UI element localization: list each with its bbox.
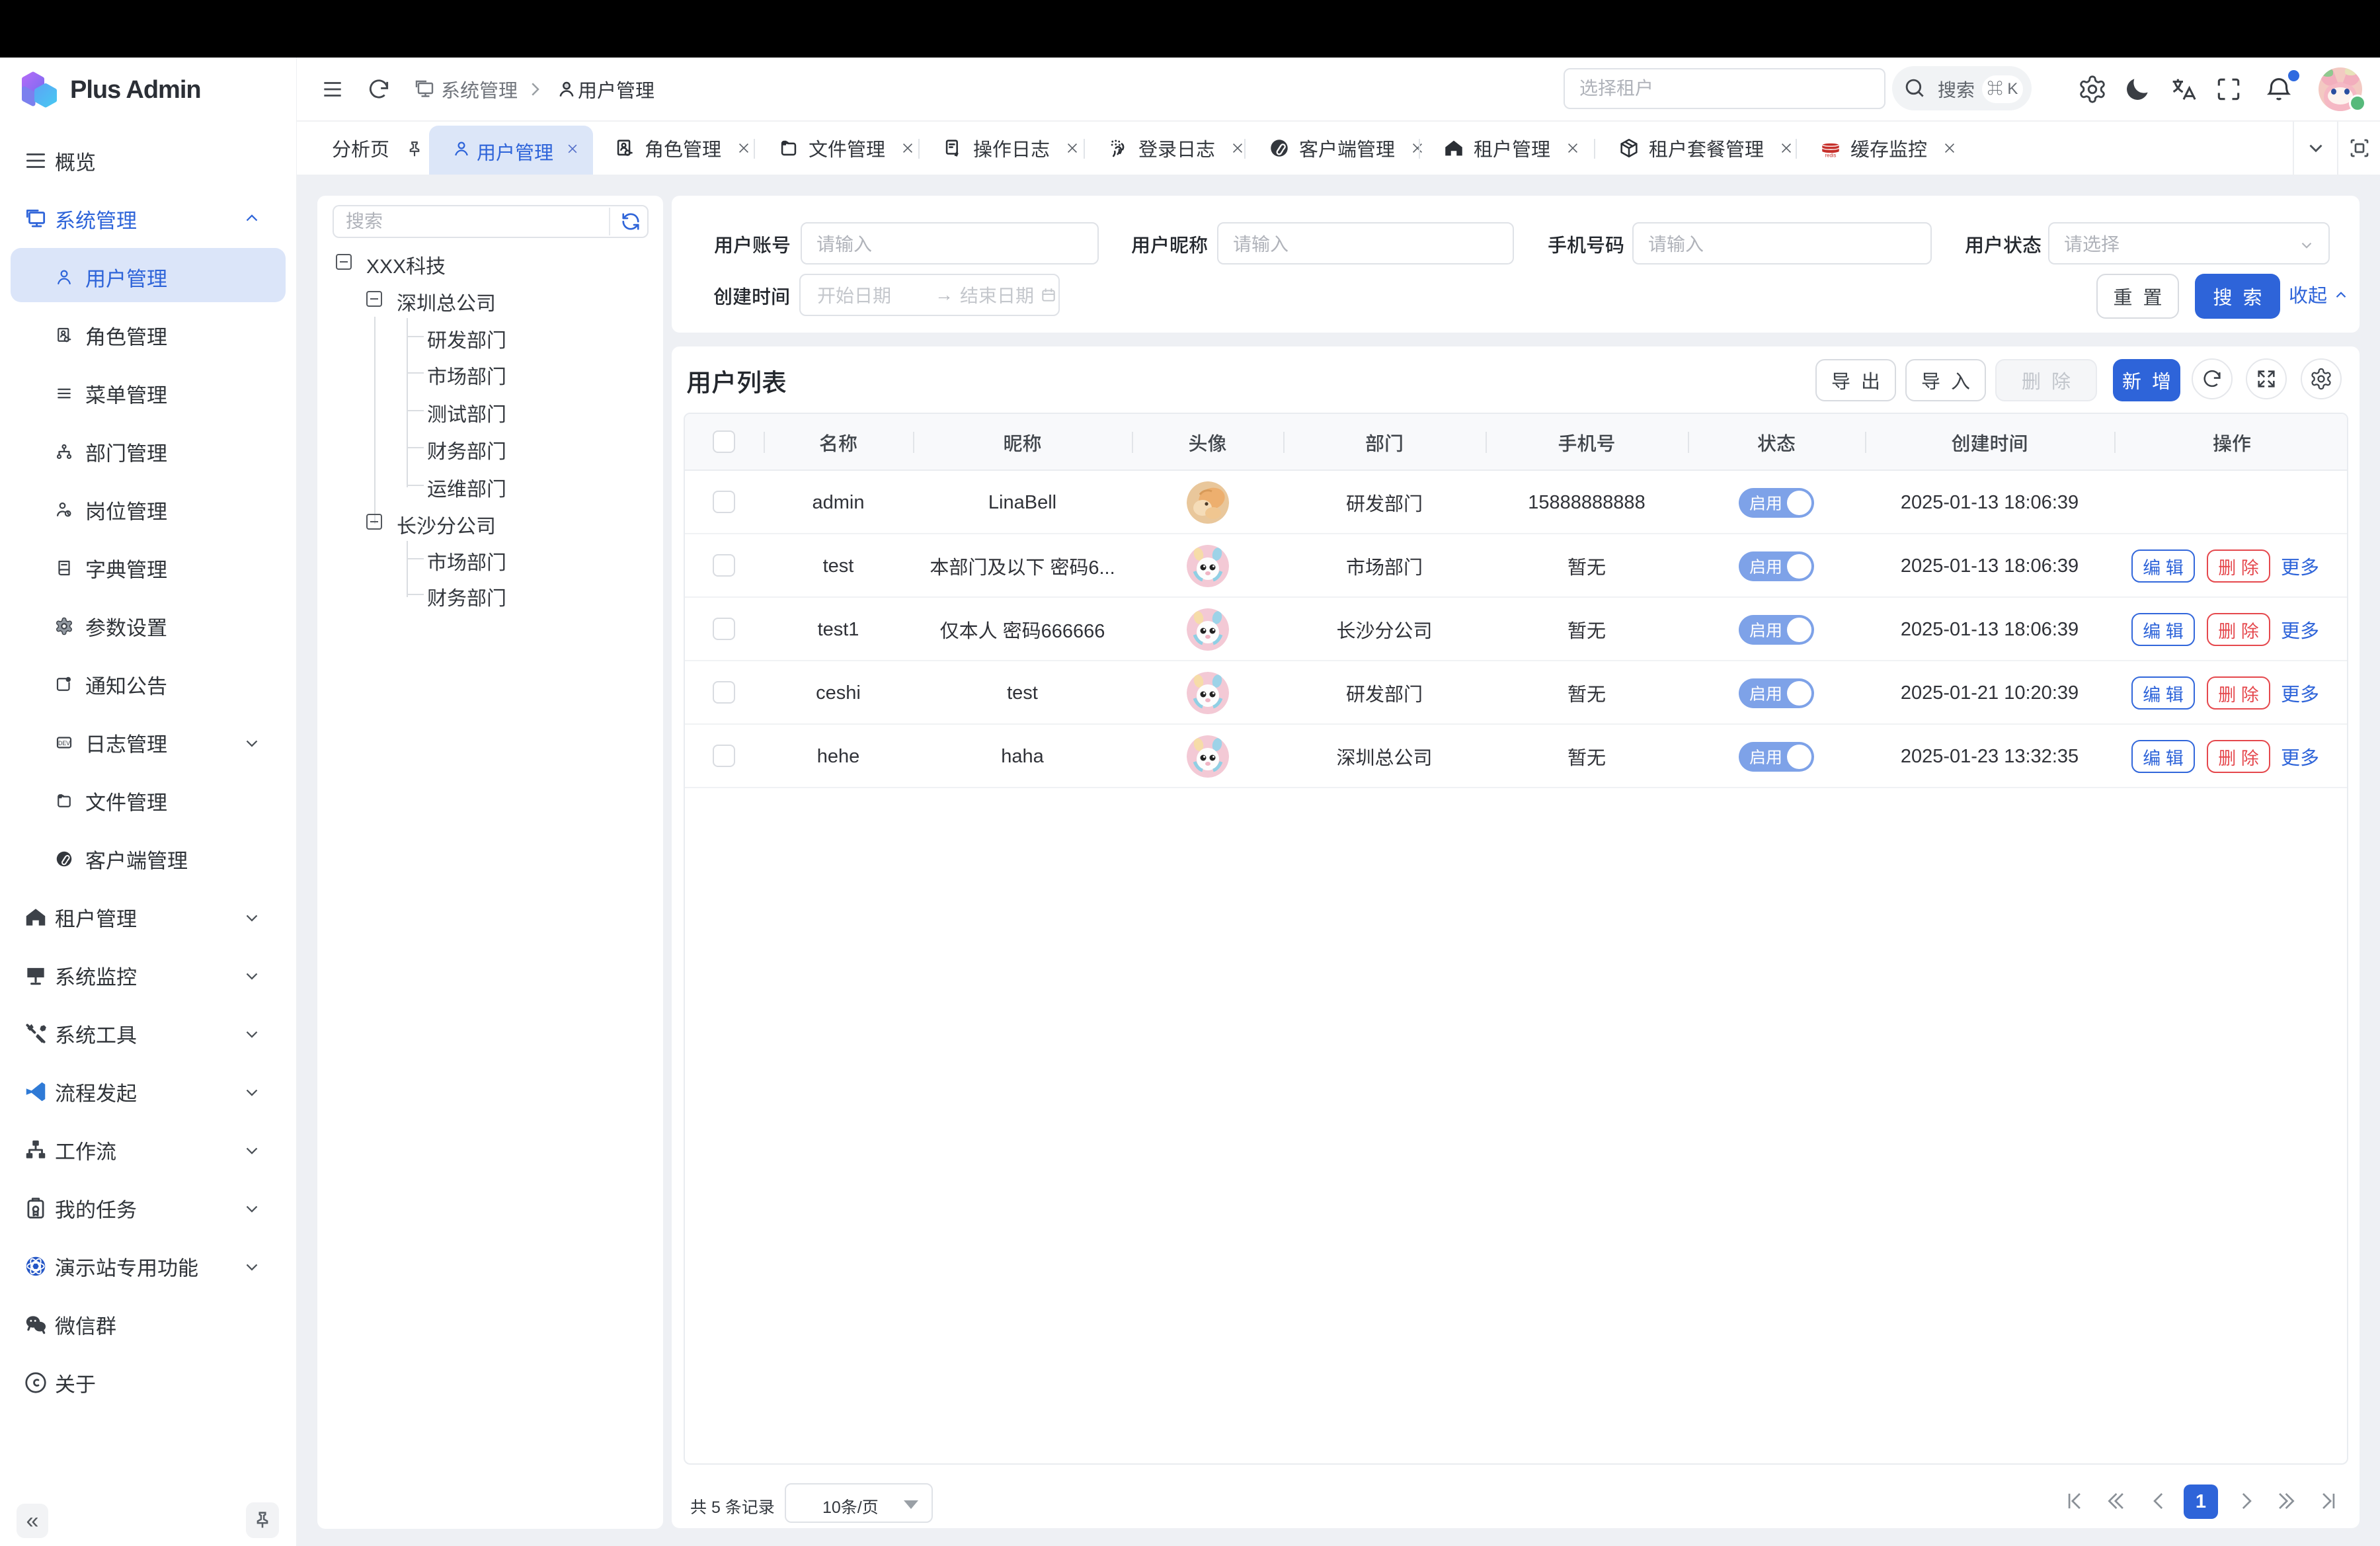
svg-text:DEV: DEV <box>58 740 70 747</box>
svg-text:redis: redis <box>1825 152 1837 158</box>
